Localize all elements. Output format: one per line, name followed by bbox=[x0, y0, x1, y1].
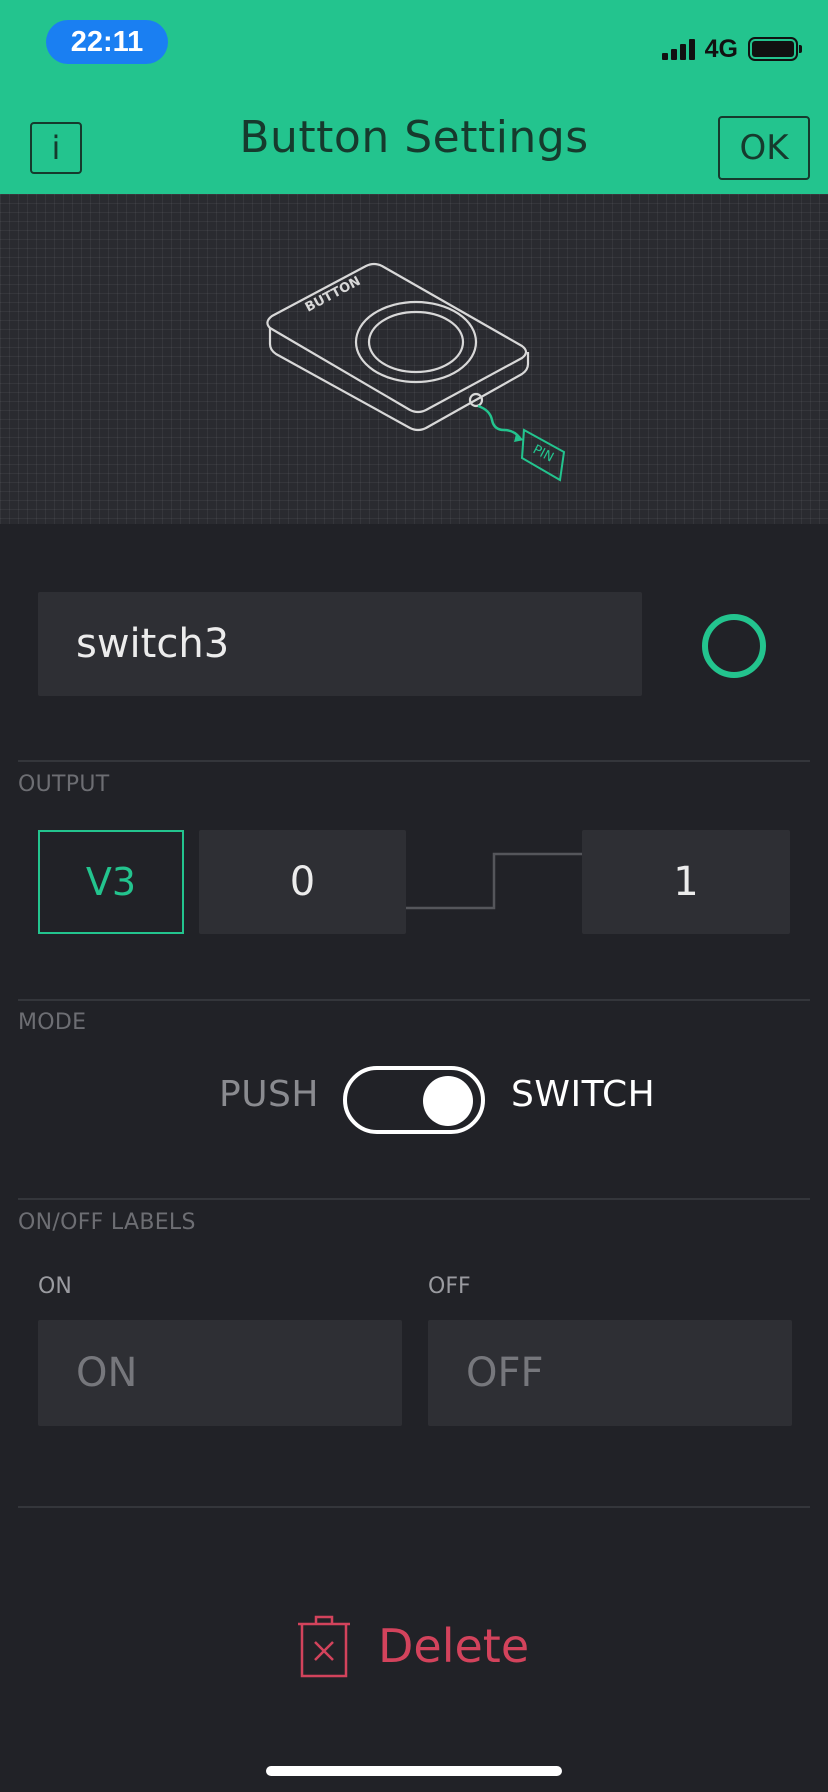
output-step-graphic bbox=[406, 852, 582, 910]
mode-push-label[interactable]: PUSH bbox=[219, 1074, 319, 1115]
divider bbox=[18, 1198, 810, 1200]
divider bbox=[18, 1506, 810, 1508]
status-indicators: 4G bbox=[661, 34, 802, 64]
off-label-input[interactable] bbox=[428, 1320, 792, 1426]
output-pin-select[interactable]: V3 bbox=[38, 830, 184, 934]
home-indicator[interactable] bbox=[266, 1766, 562, 1776]
pin-tag: PIN bbox=[520, 428, 566, 482]
status-time: 22:11 bbox=[46, 20, 168, 64]
labels-section-label: ON/OFF LABELS bbox=[18, 1210, 196, 1235]
widget-color-picker[interactable] bbox=[702, 614, 766, 678]
network-type: 4G bbox=[704, 34, 738, 63]
delete-label: Delete bbox=[378, 1619, 530, 1673]
mode-toggle[interactable] bbox=[343, 1066, 485, 1134]
mode-section-label: MODE bbox=[18, 1010, 87, 1035]
battery-icon bbox=[748, 37, 802, 61]
ok-button[interactable]: OK bbox=[718, 116, 810, 180]
signal-icon bbox=[661, 38, 695, 60]
on-label-caption: ON bbox=[38, 1274, 72, 1299]
toggle-knob bbox=[423, 1076, 473, 1126]
output-section-label: OUTPUT bbox=[18, 772, 110, 797]
output-high-value[interactable]: 1 bbox=[582, 830, 790, 934]
page-title: Button Settings bbox=[239, 112, 589, 163]
app-header: 22:11 4G i Button Settings OK bbox=[0, 0, 828, 194]
on-label-input[interactable] bbox=[38, 1320, 402, 1426]
button-device-illustration: BUTTON PIN bbox=[266, 262, 566, 482]
output-low-value[interactable]: 0 bbox=[199, 830, 406, 934]
widget-name-input[interactable] bbox=[38, 592, 642, 696]
off-label-caption: OFF bbox=[428, 1274, 471, 1299]
trash-icon bbox=[298, 1615, 350, 1678]
mode-switch-label[interactable]: SWITCH bbox=[511, 1074, 655, 1115]
divider bbox=[18, 999, 810, 1001]
divider bbox=[18, 760, 810, 762]
widget-illustration: BUTTON PIN bbox=[0, 194, 828, 524]
delete-button[interactable]: Delete bbox=[296, 1612, 529, 1680]
